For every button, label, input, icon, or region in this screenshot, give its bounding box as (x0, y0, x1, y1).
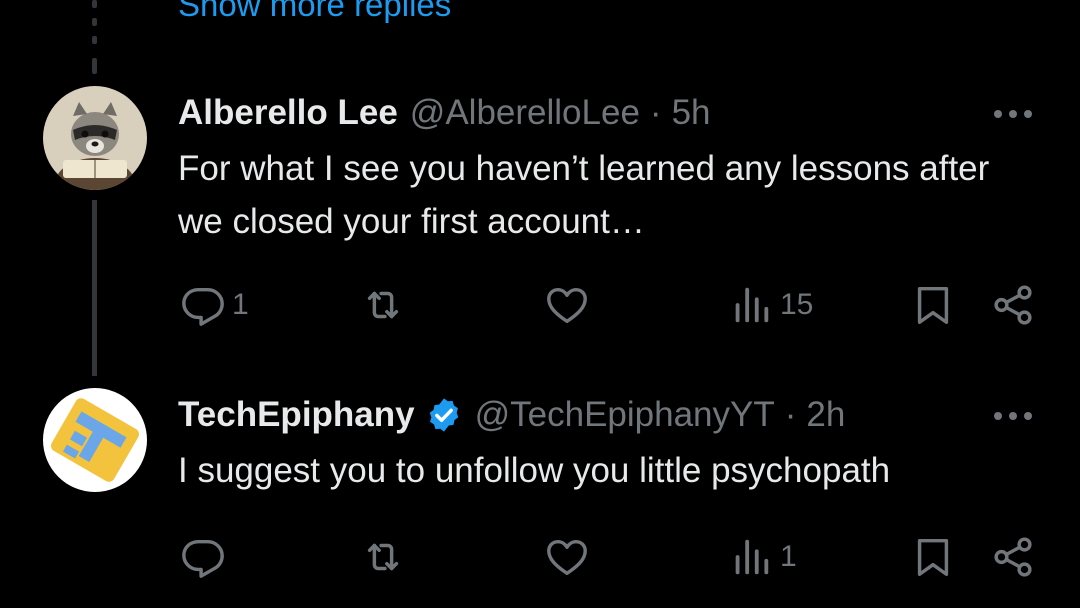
raccoon-avatar-image (43, 86, 147, 190)
bookmark-icon (917, 538, 949, 576)
views-icon (735, 539, 769, 575)
tweet-actions: 1 (0, 532, 1080, 582)
thread-connector-dotted (92, 0, 98, 75)
header-separator: · (784, 395, 797, 434)
timeline: Show more replies Alberello Lee @Alberel… (0, 0, 1080, 608)
views-button[interactable]: 1 (728, 532, 797, 582)
bookmark-button[interactable] (910, 532, 956, 582)
more-icon[interactable] (990, 104, 1036, 124)
repost-button[interactable] (360, 532, 412, 582)
bookmark-icon (917, 286, 949, 324)
reply-button[interactable] (180, 532, 232, 582)
tweet-text: I suggest you to unfollow you little psy… (178, 451, 891, 490)
author-handle[interactable]: @TechEpiphanyYT (475, 392, 775, 438)
reply-icon (182, 287, 224, 326)
timestamp[interactable]: 2h (806, 392, 845, 438)
like-icon (547, 287, 587, 324)
like-icon (547, 539, 587, 576)
tweet-actions: 1 15 (0, 280, 1080, 330)
tweet-text: For what I see you haven’t learned any l… (178, 149, 990, 241)
verified-badge-icon (429, 398, 458, 432)
author-name[interactable]: Alberello Lee (178, 90, 398, 136)
author-name[interactable]: TechEpiphany (178, 392, 415, 438)
bookmark-button[interactable] (910, 280, 956, 330)
reply-button[interactable]: 1 (180, 280, 249, 330)
header-separator: · (649, 93, 662, 132)
tweet-header: Alberello Lee @AlberelloLee · 5h (178, 90, 711, 136)
share-icon (994, 285, 1032, 325)
views-icon (735, 287, 769, 323)
show-more-replies-link[interactable]: Show more replies (178, 0, 451, 24)
tweet-header: TechEpiphany @TechEpiphanyYT · 2h (178, 392, 845, 438)
reply-count: 1 (232, 288, 249, 321)
techepiphany-logo-avatar (43, 388, 147, 492)
views-button[interactable]: 15 (728, 280, 813, 330)
avatar[interactable] (43, 86, 147, 190)
timestamp[interactable]: 5h (672, 90, 711, 136)
repost-button[interactable] (360, 280, 412, 330)
like-button[interactable] (544, 280, 596, 330)
views-count: 15 (780, 288, 814, 321)
repost-icon (367, 543, 399, 571)
repost-icon (367, 291, 399, 319)
like-button[interactable] (544, 532, 596, 582)
reply-icon (182, 539, 224, 578)
author-handle[interactable]: @AlberelloLee (410, 90, 640, 136)
avatar[interactable] (43, 388, 147, 492)
share-button[interactable] (990, 280, 1036, 330)
views-count: 1 (780, 540, 797, 573)
share-button[interactable] (990, 532, 1036, 582)
share-icon (994, 537, 1032, 577)
more-icon[interactable] (990, 406, 1036, 426)
